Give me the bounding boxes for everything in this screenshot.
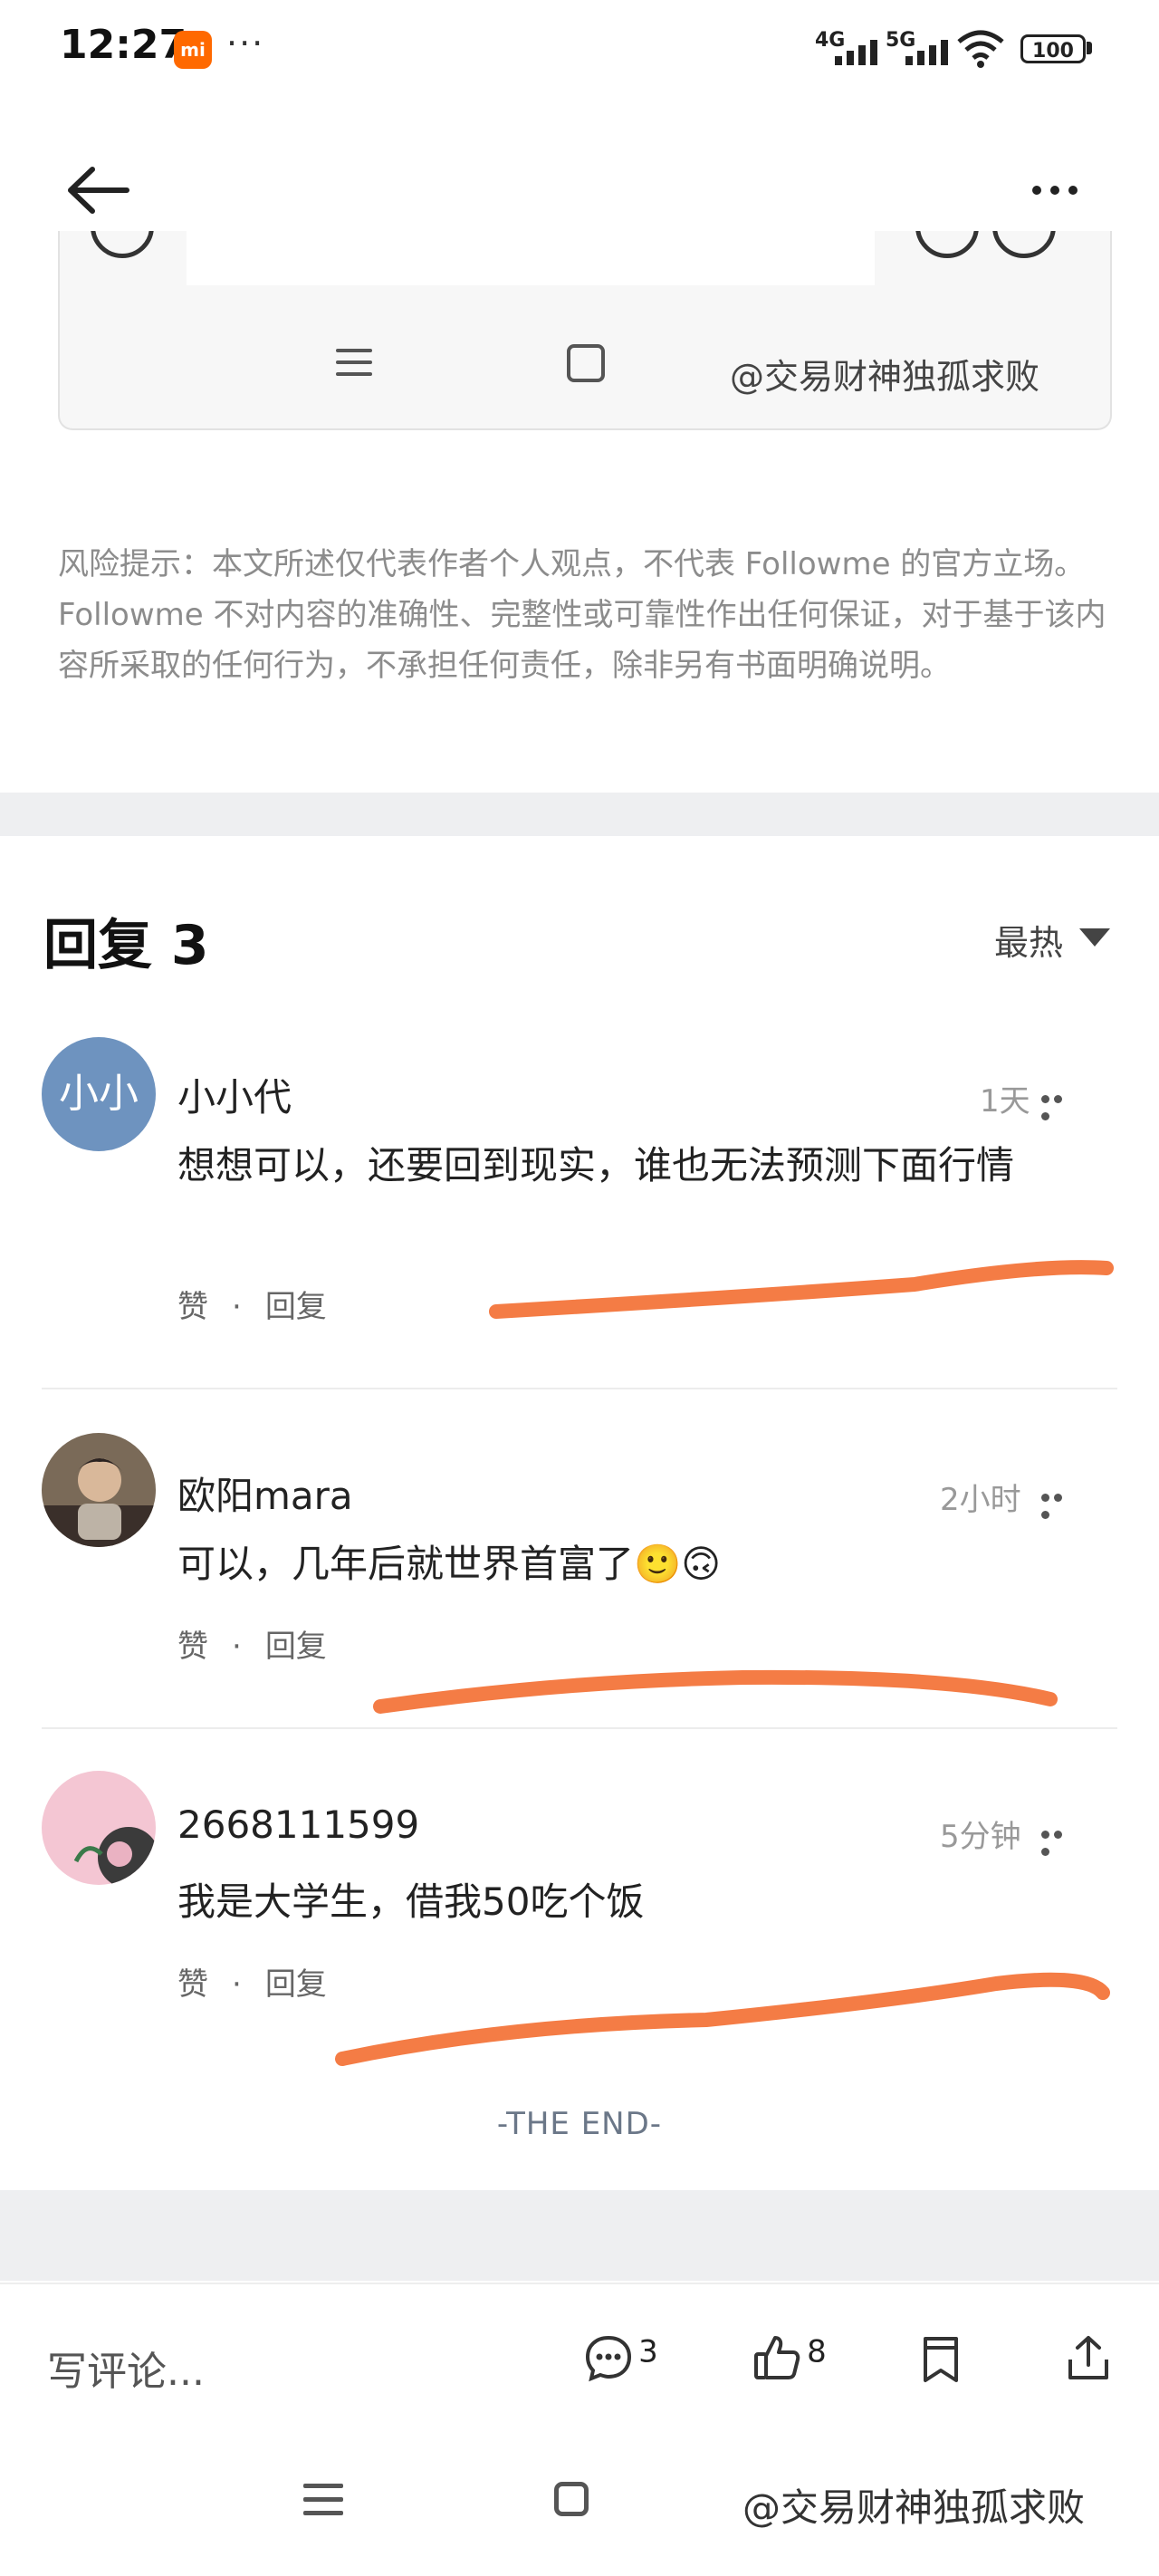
like-article-button[interactable]: 8 [752,2332,827,2383]
nav-watermark: @交易财神独孤求败 [742,2485,1086,2530]
comment-count: 3 [638,2333,658,2370]
comment-button[interactable]: 3 [583,2332,658,2383]
like-count: 8 [807,2333,827,2370]
bottom-separator [0,2190,1159,2281]
highlight-stroke-1 [489,1260,1114,1319]
highlight-stroke-2 [373,1669,1058,1714]
thumbs-up-icon [754,2336,800,2379]
bookmark-icon[interactable] [918,2334,963,2385]
comment-bubble-icon [585,2335,632,2382]
highlight-stroke-3 [335,1972,1110,2066]
nav-home-icon[interactable] [554,2482,589,2516]
share-icon[interactable] [1065,2332,1112,2383]
end-marker: -THE END- [496,2106,663,2142]
nav-menu-icon[interactable] [303,2484,343,2524]
write-comment-input[interactable]: 写评论... [47,2339,205,2397]
